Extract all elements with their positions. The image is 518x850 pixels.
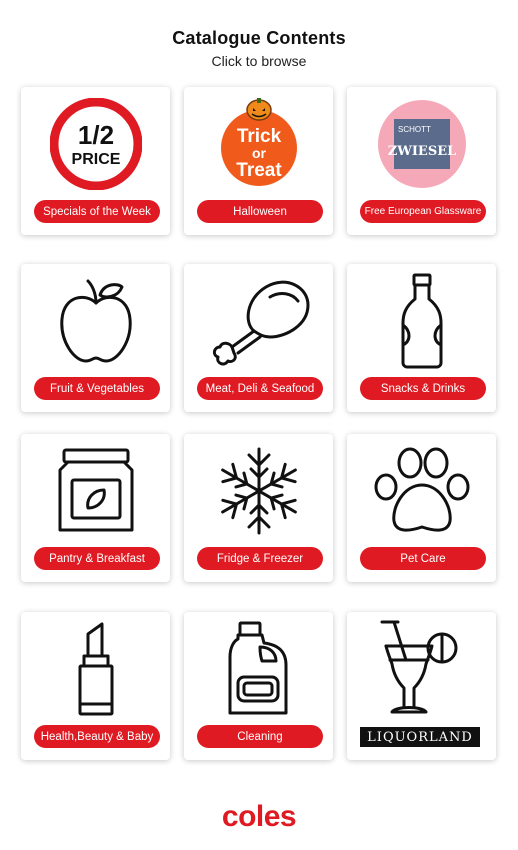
card-label: Health,Beauty & Baby	[34, 725, 160, 748]
card-label: Specials of the Week	[34, 200, 160, 223]
apple-icon	[21, 272, 170, 370]
card-label: Fridge & Freezer	[197, 547, 323, 570]
schott-zwiesel-logo: SCHOTT ZWIESEL	[347, 95, 496, 193]
halloween-line2: or	[252, 145, 267, 161]
lipstick-icon	[21, 620, 170, 718]
half-price-line2: PRICE	[71, 151, 120, 168]
halloween-line3: Treat	[236, 160, 282, 181]
cocktail-glass-icon	[347, 620, 496, 718]
card-health[interactable]: Health,Beauty & Baby	[21, 612, 170, 760]
card-fridge[interactable]: Fridge & Freezer	[184, 434, 333, 582]
card-snacks[interactable]: Snacks & Drinks	[347, 264, 496, 412]
card-label: Halloween	[197, 200, 323, 223]
page-subtitle: Click to browse	[211, 53, 307, 69]
card-glassware[interactable]: SCHOTT ZWIESEL Free European Glassware	[347, 87, 496, 235]
card-cleaning[interactable]: Cleaning	[184, 612, 333, 760]
snowflake-icon	[184, 442, 333, 540]
card-label: Cleaning	[197, 725, 323, 748]
card-pet[interactable]: Pet Care	[347, 434, 496, 582]
half-price-line1: 1/2	[77, 120, 113, 150]
jar-icon	[21, 442, 170, 540]
halloween-line1: Trick	[236, 126, 281, 147]
page-header: Catalogue Contents Click to browse	[0, 28, 518, 69]
glassware-brand-small: SCHOTT	[398, 125, 431, 134]
card-halloween[interactable]: Trick or Treat Halloween	[184, 87, 333, 235]
glassware-brand-big: ZWIESEL	[387, 144, 456, 159]
liquorland-logo: LIQUORLAND	[360, 727, 480, 747]
card-fruit[interactable]: Fruit & Vegetables	[21, 264, 170, 412]
card-meat[interactable]: Meat, Deli & Seafood	[184, 264, 333, 412]
bottle-icon	[347, 272, 496, 370]
card-label: Fruit & Vegetables	[34, 377, 160, 400]
card-label: Pantry & Breakfast	[34, 547, 160, 570]
page-title: Catalogue Contents	[172, 28, 346, 48]
card-pantry[interactable]: Pantry & Breakfast	[21, 434, 170, 582]
card-label: Snacks & Drinks	[360, 377, 486, 400]
half-price-icon: 1/2 PRICE	[21, 95, 170, 193]
card-label: Pet Care	[360, 547, 486, 570]
card-specials[interactable]: 1/2 PRICE Specials of the Week	[21, 87, 170, 235]
chicken-drumstick-icon	[184, 272, 333, 370]
card-label: Meat, Deli & Seafood	[197, 377, 323, 400]
card-liquor[interactable]: LIQUORLAND	[347, 612, 496, 760]
paw-print-icon	[347, 442, 496, 540]
trick-or-treat-icon: Trick or Treat	[184, 95, 333, 193]
detergent-bottle-icon	[184, 620, 333, 718]
coles-logo[interactable]: coles	[0, 800, 518, 834]
card-label: Free European Glassware	[360, 200, 486, 223]
